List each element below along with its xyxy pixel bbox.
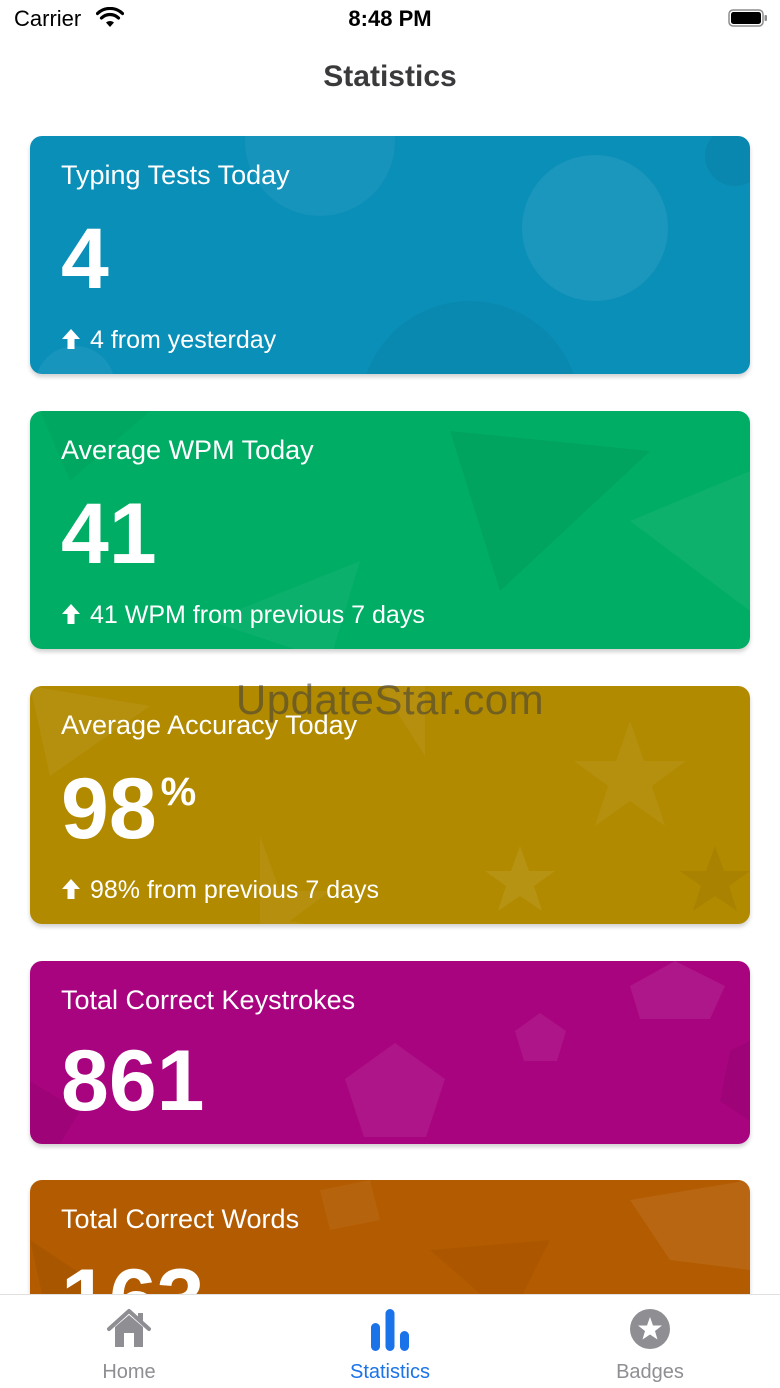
card-change-text: 4 from yesterday (90, 326, 277, 354)
watermark: UpdateStar.com (235, 676, 545, 723)
tab-statistics[interactable]: Statistics (290, 1295, 490, 1388)
arrow-up-icon (62, 879, 80, 899)
arrow-up-icon (62, 604, 80, 624)
battery-icon (728, 9, 767, 27)
card-title: Total Correct Words (61, 1204, 300, 1234)
card-change: 98% from previous 7 days (61, 876, 379, 905)
card-value: 98% (61, 766, 196, 852)
card-value-number: 4 (61, 211, 109, 307)
tab-badges[interactable]: Badges (550, 1295, 750, 1388)
card-value: 4 (61, 216, 109, 302)
card-value-unit: % (160, 770, 197, 814)
card-title: Average WPM Today (61, 435, 314, 465)
tab-home[interactable]: Home (29, 1295, 229, 1388)
stat-card-typing-tests[interactable]: Typing Tests Today 4 4 from yesterday (30, 136, 750, 374)
star-badge-icon (630, 1309, 670, 1349)
stat-card-total-keystrokes[interactable]: Total Correct Keystrokes 861 (30, 961, 750, 1144)
card-value: 861 (61, 1038, 205, 1124)
card-change-text: 41 WPM from previous 7 days (90, 601, 425, 629)
card-change: 41 WPM from previous 7 days (61, 601, 425, 630)
card-title: Typing Tests Today (61, 160, 290, 190)
tab-label: Badges (616, 1361, 684, 1383)
house-icon (107, 1309, 151, 1347)
card-value-number: 41 (61, 486, 157, 582)
page-title: Statistics (323, 60, 457, 93)
card-value: 41 (61, 491, 157, 577)
card-change-text: 98% from previous 7 days (90, 876, 380, 904)
arrow-up-icon (62, 329, 80, 349)
tab-label: Statistics (349, 1361, 431, 1383)
card-change: 4 from yesterday (61, 326, 276, 355)
tab-bar: Home Statistics Badges (0, 1294, 780, 1388)
clock: 8:48 PM (348, 6, 432, 31)
card-value-number: 98 (61, 761, 157, 857)
card-value-number: 861 (61, 1033, 205, 1129)
tab-label: Home (102, 1361, 156, 1383)
card-title: Total Correct Keystrokes (61, 985, 356, 1015)
stat-card-average-wpm[interactable]: Average WPM Today 41 41 WPM from previou… (30, 411, 750, 649)
bar-chart-icon (371, 1309, 409, 1351)
status-bar: Carrier 8:48 PM (0, 0, 780, 40)
